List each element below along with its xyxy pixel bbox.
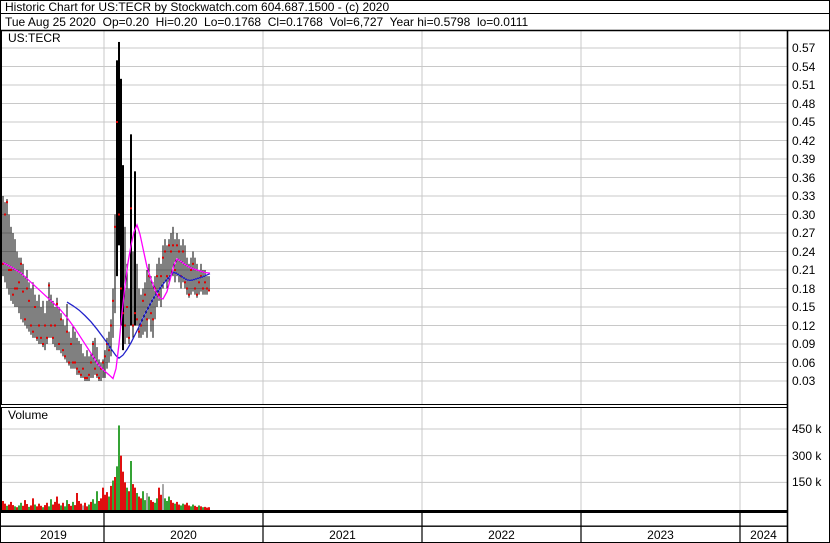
stockwatch-historic-chart-window: Historic Chart for US:TECR by Stockwatch…	[0, 0, 830, 543]
price-tick-label: 0.24	[792, 244, 816, 259]
year-axis-label: 2021	[329, 528, 356, 542]
price-tick-label: 0.48	[792, 96, 816, 111]
symbol-label: US:TECR	[8, 31, 61, 45]
price-tick-label: 0.06	[792, 355, 816, 370]
price-tick-label: 0.36	[792, 170, 816, 185]
volume-tick-label: 300 k	[792, 448, 822, 463]
year-axis-label: 2020	[170, 528, 197, 542]
price-tick-label: 0.21	[792, 263, 816, 277]
price-tick-label: 0.57	[792, 41, 816, 55]
price-tick-label: 0.45	[792, 115, 816, 129]
price-tick-label: 0.03	[792, 374, 816, 388]
price-tick-label: 0.30	[792, 207, 816, 222]
volume-tick-label: 450 k	[792, 422, 822, 436]
year-axis-label: 2024	[750, 528, 777, 542]
year-axis-label: 2023	[647, 528, 674, 542]
price-tick-label: 0.09	[792, 337, 816, 351]
price-tick-label: 0.27	[792, 226, 816, 240]
price-tick-label: 0.51	[792, 78, 816, 92]
year-axis-label: 2019	[40, 528, 67, 542]
price-tick-label: 0.42	[792, 133, 816, 148]
price-tick-label: 0.33	[792, 189, 816, 203]
price-tick-label: 0.54	[792, 59, 816, 74]
year-axis-label: 2022	[488, 528, 515, 542]
price-tick-label: 0.15	[792, 300, 816, 314]
chart-canvas	[1, 29, 829, 542]
price-tick-label: 0.39	[792, 152, 816, 166]
price-tick-label: 0.12	[792, 318, 816, 333]
volume-panel-label: Volume	[8, 408, 49, 422]
price-tick-label: 0.18	[792, 281, 816, 296]
volume-tick-label: 150 k	[792, 475, 822, 490]
